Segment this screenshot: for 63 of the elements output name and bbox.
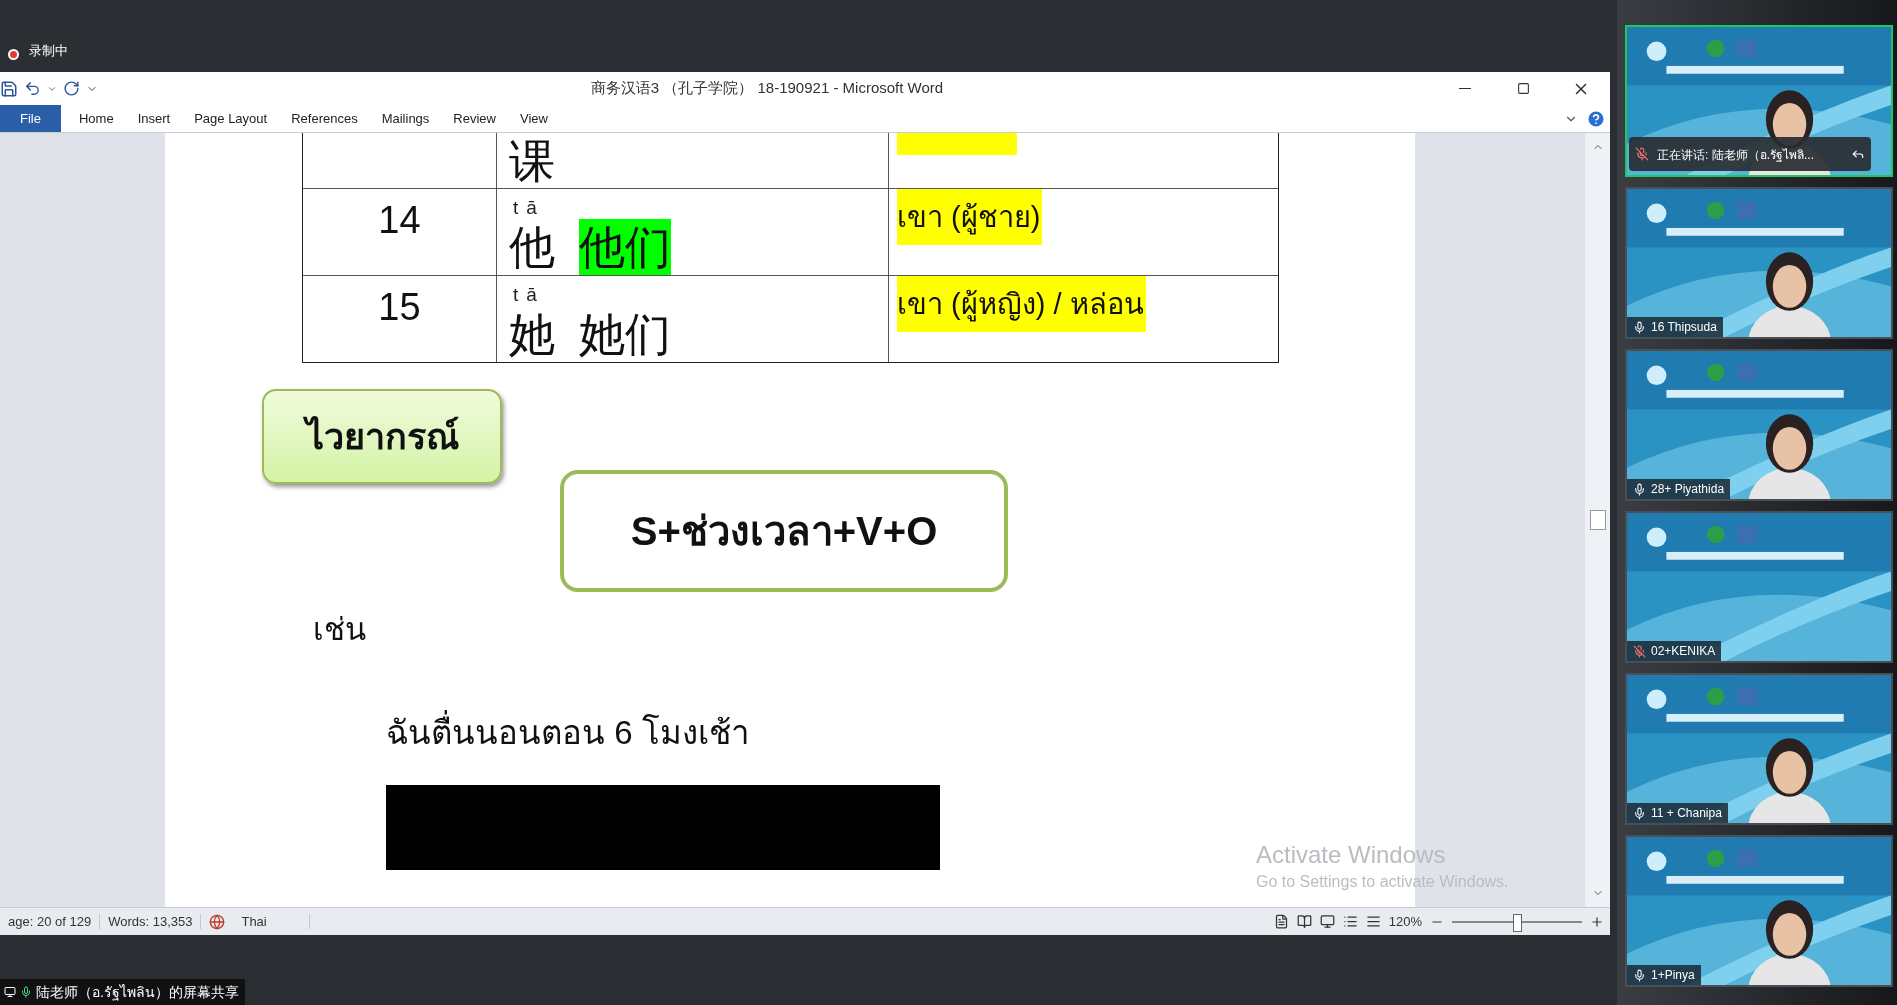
ribbon-tab[interactable]: Insert xyxy=(125,105,183,132)
scrollbar[interactable] xyxy=(1585,133,1610,907)
restore-icon xyxy=(1516,82,1530,95)
scrollbar-thumb[interactable] xyxy=(1589,510,1606,530)
thai-meaning: เขา (ผู้หญิง) / หล่อน xyxy=(897,276,1146,332)
participant-name: 正在讲话: 陆老师（อ.รัฐไพลิ... xyxy=(1657,146,1814,164)
ribbon-tab[interactable]: File xyxy=(0,105,61,132)
pinyin: tā xyxy=(512,197,545,219)
reply-icon[interactable] xyxy=(1851,147,1865,161)
video-tile[interactable]: 28+ Piyathida xyxy=(1625,349,1893,501)
ribbon-tab[interactable]: Review xyxy=(441,105,508,132)
example-label: เช่น xyxy=(313,611,367,649)
grammar-heading: ไวยากรณ์ xyxy=(262,389,502,484)
participant-name: 28+ Piyathida xyxy=(1651,482,1725,496)
chinese-word: 他 xyxy=(509,219,555,275)
chinese-word: 他们 xyxy=(579,219,671,275)
activation-title: Activate Windows xyxy=(1256,841,1447,869)
help-icon[interactable] xyxy=(1586,108,1606,129)
language-label[interactable]: Thai xyxy=(233,914,311,929)
window-title: 商务汉语3 （孔子学院） 18-190921 - Microsoft Word xyxy=(589,79,945,98)
proofing-icon[interactable] xyxy=(209,913,226,930)
row-number: 14 xyxy=(378,199,421,242)
video-tile[interactable]: 1+Pinya xyxy=(1625,835,1893,987)
outline-icon[interactable] xyxy=(1342,914,1358,929)
video-tile[interactable]: 正在讲话: 陆老师（อ.รัฐไพลิ... xyxy=(1625,25,1893,177)
chinese-word: 她们 xyxy=(579,306,671,362)
recording-label: 录制中 xyxy=(29,42,68,60)
share-text: 陆老师（อ.รัฐไพลิน）的屏幕共享 xyxy=(36,983,239,1003)
participant-name: 02+KENIKA xyxy=(1651,644,1716,658)
print-layout-icon[interactable] xyxy=(1273,914,1289,929)
zoom-level[interactable]: 120% xyxy=(1388,914,1422,929)
screen-icon xyxy=(4,986,16,998)
pinyin: tā xyxy=(512,284,545,306)
page-count[interactable]: age: 20 of 129 xyxy=(0,914,101,929)
zoom-slider-thumb[interactable] xyxy=(1513,913,1522,932)
word-count[interactable]: Words: 13,353 xyxy=(100,914,202,929)
ribbon-tab[interactable]: Mailings xyxy=(369,105,442,132)
recording-icon xyxy=(8,49,19,60)
video-tile[interactable]: 11 + Chanipa xyxy=(1625,673,1893,825)
draft-icon[interactable] xyxy=(1365,914,1381,929)
minimize-icon xyxy=(1459,88,1471,89)
example-sentence: ฉันตื่นนอนตอน 6 โมงเช้า xyxy=(386,706,1415,759)
ribbon-tab[interactable]: Page Layout xyxy=(182,105,280,132)
chinese-word: 她 xyxy=(509,306,555,362)
redo-icon[interactable] xyxy=(63,80,80,97)
video-tile[interactable]: 02+KENIKA xyxy=(1625,511,1893,663)
grammar-formula: S+ช่วงเวลา+V+O xyxy=(560,470,1008,592)
save-icon[interactable] xyxy=(0,79,18,98)
ribbon-tab[interactable]: References xyxy=(279,105,370,132)
participant-name: 16 Thipsuda xyxy=(1651,320,1717,334)
chinese-word: 课 xyxy=(509,133,555,188)
participant-name: 1+Pinya xyxy=(1651,968,1695,982)
reading-view-icon[interactable] xyxy=(1296,914,1312,929)
video-tile[interactable]: 16 Thipsuda xyxy=(1625,187,1893,339)
ribbon-tab[interactable]: Home xyxy=(66,105,126,132)
zoom-in-icon[interactable] xyxy=(1590,914,1604,929)
mic-icon xyxy=(20,986,32,998)
row-number: 15 xyxy=(378,286,421,329)
web-layout-icon[interactable] xyxy=(1319,914,1335,929)
ribbon-tab[interactable]: View xyxy=(507,105,560,132)
thai-meaning: เขา (ผู้ชาย) xyxy=(897,189,1043,245)
undo-icon[interactable] xyxy=(24,80,41,97)
participant-name: 11 + Chanipa xyxy=(1651,806,1722,820)
